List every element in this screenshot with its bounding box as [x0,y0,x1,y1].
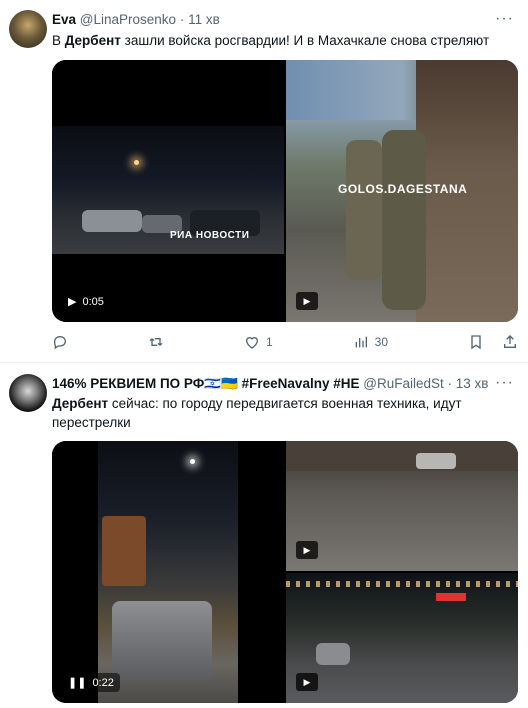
author-name[interactable]: Eva [52,12,76,27]
tweet-1[interactable]: Eva @LinaProsenko · 11 хв ··· В Дербент … [0,0,528,360]
bookmark-icon[interactable] [468,334,484,350]
timestamp[interactable]: 11 хв [188,12,220,27]
tweet-divider [0,362,528,363]
video-player[interactable]: ❚❚ 0:22 [52,441,284,703]
author-handle[interactable]: @RuFailedSt [363,376,444,391]
pause-icon[interactable]: ❚❚ [68,676,86,689]
retweet-icon [149,338,163,346]
like-count: 1 [265,335,273,349]
author-name[interactable]: 146% РЕКВИЕМ ПО РФ🇮🇱🇺🇦 #FreeNavalny #НЕ [52,376,359,391]
play-icon[interactable]: ▶ [296,292,318,310]
video-duration-pill[interactable]: ▶ 0:05 [62,292,110,311]
play-icon[interactable]: ▶ [296,541,318,559]
play-icon[interactable]: ▶ [68,295,76,308]
ria-novosti-watermark: РИА НОВОСТИ [170,230,250,241]
reply-icon [54,335,67,350]
views-button[interactable]: 30 [353,334,388,350]
tweet-text: В Дербент зашли войска росгвардии! И в М… [52,33,490,48]
video-duration: 0:22 [92,676,114,689]
tweet-2[interactable]: 146% РЕКВИЕМ ПО РФ🇮🇱🇺🇦 #FreeNavalny #НЕ … [0,364,528,708]
view-count: 30 [374,335,388,349]
video-player[interactable]: РИА НОВОСТИ ▶ 0:05 [52,60,284,322]
timestamp[interactable]: 13 хв [456,376,489,391]
retweet-button[interactable] [148,334,164,350]
author-handle[interactable]: @LinaProsenko [80,12,176,27]
golos-dagestana-watermark: GOLOS.DAGESTANA [338,182,468,196]
video-duration: 0:05 [82,295,104,308]
video-player[interactable]: ▶ [286,573,518,703]
play-icon[interactable]: ▶ [296,673,318,691]
like-icon [245,337,258,349]
avatar[interactable] [9,10,47,48]
tweet-text: Дербент сейчас: по городу передвигается … [52,396,462,430]
video-player[interactable]: GOLOS.DAGESTANA ▶ [286,60,518,322]
reply-button[interactable] [52,334,68,350]
share-icon[interactable] [502,334,518,350]
media-grid: ❚❚ 0:22 ▶ ▶ [52,441,518,703]
views-icon [355,336,367,348]
video-duration-pill[interactable]: ❚❚ 0:22 [62,673,120,692]
more-icon[interactable]: ··· [495,10,514,28]
like-button[interactable]: 1 [244,334,273,350]
media-grid: РИА НОВОСТИ ▶ 0:05 GOLOS.DAGESTANA ▶ [52,60,518,322]
more-icon[interactable]: ··· [495,374,514,392]
video-player[interactable]: ▶ [286,441,518,571]
avatar[interactable] [9,374,47,412]
